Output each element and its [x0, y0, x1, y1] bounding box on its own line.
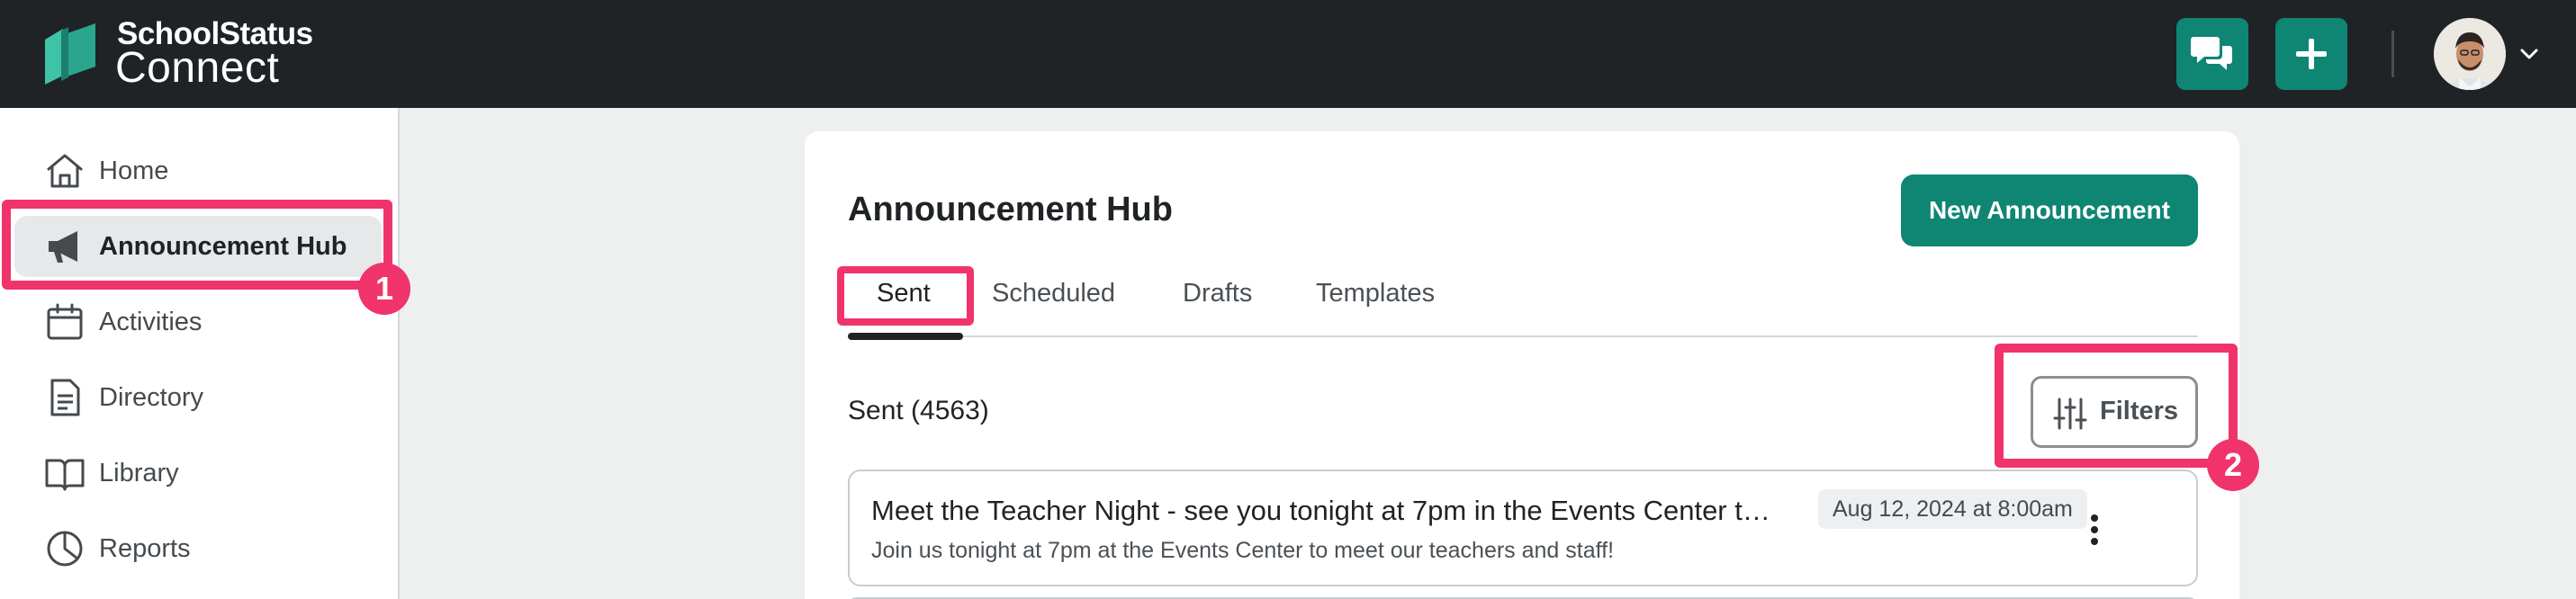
- chat-bubbles-icon: [2191, 37, 2232, 70]
- pie-chart-icon: [47, 531, 83, 567]
- plus-icon: [2296, 39, 2327, 69]
- sidebar-item-label: Home: [99, 156, 169, 185]
- more-options-button[interactable]: [2072, 507, 2117, 552]
- callout-badge-2: 2: [2207, 439, 2259, 491]
- sidebar-item-label: Library: [99, 458, 179, 487]
- book-icon: [45, 459, 85, 491]
- tab-divider: [848, 335, 2198, 337]
- tab-drafts[interactable]: Drafts: [1183, 279, 1252, 308]
- document-icon: [50, 379, 80, 416]
- chevron-down-icon[interactable]: [2517, 41, 2542, 67]
- active-tab-indicator: [848, 333, 963, 340]
- kebab-menu-icon: [2091, 514, 2098, 545]
- callout-highlight-1: [2, 200, 392, 290]
- sidebar-item-reports[interactable]: Reports: [0, 516, 400, 581]
- tab-templates[interactable]: Templates: [1316, 279, 1435, 308]
- announcement-row[interactable]: Meet the Teacher Night - see you tonight…: [848, 469, 2198, 586]
- calendar-icon: [47, 303, 83, 340]
- announcement-title: Meet the Teacher Night - see you tonight…: [871, 495, 1771, 526]
- user-photo-icon: [2434, 18, 2506, 90]
- user-avatar[interactable]: [2434, 18, 2506, 90]
- top-bar: SchoolStatus Connect: [0, 0, 2576, 108]
- sent-count-label: Sent (4563): [848, 396, 989, 425]
- announcement-preview: Join us tonight at 7pm at the Events Cen…: [871, 538, 1615, 563]
- sidebar-item-label: Reports: [99, 533, 191, 563]
- page-title: Announcement Hub: [848, 191, 1173, 228]
- sidebar-item-directory[interactable]: Directory: [0, 365, 400, 430]
- sidebar-item-activities[interactable]: Activities: [0, 290, 400, 354]
- callout-badge-1: 1: [358, 263, 410, 315]
- brand-name-bottom: Connect: [115, 44, 280, 92]
- sidebar-item-label: Directory: [99, 382, 204, 412]
- home-icon: [47, 154, 83, 188]
- tab-scheduled[interactable]: Scheduled: [992, 279, 1115, 308]
- sidebar-item-library[interactable]: Library: [0, 441, 400, 505]
- new-announcement-button[interactable]: New Announcement: [1901, 174, 2198, 246]
- messages-button[interactable]: [2176, 18, 2248, 90]
- sidebar-item-label: Activities: [99, 307, 203, 336]
- add-button[interactable]: [2275, 18, 2347, 90]
- header-divider: [2391, 31, 2394, 77]
- schoolstatus-logo-icon: [45, 23, 95, 85]
- sidebar-item-home[interactable]: Home: [0, 139, 400, 203]
- callout-highlight-sent-tab: [837, 266, 974, 326]
- announcement-date-badge: Aug 12, 2024 at 8:00am: [1818, 489, 2087, 529]
- callout-highlight-2: [1995, 344, 2238, 468]
